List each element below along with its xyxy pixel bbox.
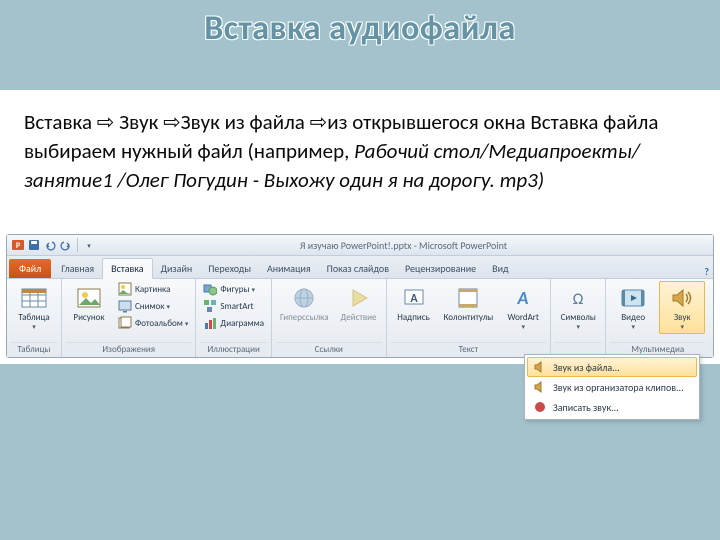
speaker-icon [533, 380, 547, 394]
tab-view[interactable]: Вид [484, 259, 516, 278]
wordart-button[interactable]: A WordArt ▾ [500, 281, 546, 334]
photoalbum-icon [118, 316, 132, 330]
tab-slideshow[interactable]: Показ слайдов [319, 259, 397, 278]
chevron-down-icon: ▾ [32, 322, 36, 331]
title-bar: P ▾ Я изучаю PowerPoint!.pptx - Microsof… [7, 235, 713, 256]
chevron-down-icon: ▾ [631, 322, 635, 331]
clipart-button[interactable]: Картинка [115, 281, 191, 297]
help-icon[interactable]: ? [704, 265, 709, 278]
menu-audio-from-organizer[interactable]: Звук из организатора клипов... [527, 377, 697, 397]
table-button[interactable]: Таблица ▾ [11, 281, 57, 334]
chevron-down-icon: ▾ [521, 322, 525, 331]
qat-dropdown-icon[interactable]: ▾ [82, 238, 96, 252]
symbols-button[interactable]: Ω Символы ▾ [555, 281, 601, 334]
svg-text:A: A [517, 287, 529, 309]
record-icon [533, 400, 547, 414]
smartart-icon [203, 299, 217, 313]
hyperlink-button[interactable]: Гиперссылка [276, 281, 333, 325]
picture-icon [75, 284, 103, 312]
instruction-text: Вставка ⇨ Звук ⇨Звук из файла ⇨из открыв… [0, 90, 720, 234]
audio-button[interactable]: Звук ▾ [659, 281, 705, 334]
photoalbum-button[interactable]: Фотоальбом ▾ [115, 315, 191, 331]
tab-home[interactable]: Главная [53, 259, 102, 278]
svg-text:A: A [410, 292, 418, 306]
picture-button[interactable]: Рисунок [66, 281, 112, 325]
save-icon[interactable] [27, 238, 41, 252]
hyperlink-icon [290, 284, 318, 312]
speaker-icon [668, 284, 696, 312]
audio-dropdown-menu: Звук из файла... Звук из организатора кл… [524, 354, 700, 420]
tab-insert[interactable]: Вставка [102, 258, 152, 279]
svg-text:Ω: Ω [573, 290, 584, 309]
textbox-icon: A [400, 284, 428, 312]
group-images: Рисунок Картинка Снимок ▾ [62, 279, 196, 357]
tab-animations[interactable]: Анимация [259, 259, 319, 278]
undo-icon[interactable] [43, 238, 57, 252]
textbox-button[interactable]: A Надпись [391, 281, 437, 325]
tab-bar: Файл Главная Вставка Дизайн Переходы Ани… [7, 256, 713, 279]
chevron-down-icon: ▾ [576, 322, 580, 331]
app-icon: P [11, 238, 25, 252]
omega-icon: Ω [564, 284, 592, 312]
speaker-icon [533, 360, 547, 374]
shapes-icon [203, 282, 217, 296]
shapes-button[interactable]: Фигуры ▾ [200, 281, 267, 297]
ribbon-groups: Таблица ▾ Таблицы Рисунок [7, 279, 713, 357]
video-button[interactable]: Видео ▾ [610, 281, 656, 334]
wordart-icon: A [509, 284, 537, 312]
slide-title: Вставка аудиофайла [0, 8, 720, 49]
tab-design[interactable]: Дизайн [153, 259, 201, 278]
arrow-icon: ⇨ [97, 111, 115, 134]
screenshot-button[interactable]: Снимок ▾ [115, 298, 191, 314]
action-button[interactable]: Действие [336, 281, 382, 325]
group-media: Видео ▾ Звук ▾ Мультимедиа [606, 279, 709, 357]
chevron-down-icon: ▾ [680, 322, 684, 331]
video-icon [619, 284, 647, 312]
tab-transitions[interactable]: Переходы [200, 259, 259, 278]
powerpoint-ribbon: P ▾ Я изучаю PowerPoint!.pptx - Microsof… [6, 234, 714, 358]
group-illustrations: Фигуры ▾ SmartArt Диаграмма Иллюстрации [196, 279, 272, 357]
smartart-button[interactable]: SmartArt [200, 298, 267, 314]
group-links: Гиперссылка Действие Ссылки [272, 279, 387, 357]
clipart-icon [118, 282, 132, 296]
table-icon [20, 284, 48, 312]
chart-button[interactable]: Диаграмма [200, 315, 267, 331]
redo-icon[interactable] [59, 238, 73, 252]
arrow-icon: ⇨ [163, 111, 181, 134]
action-icon [345, 284, 373, 312]
chart-icon [203, 316, 217, 330]
screenshot-icon [118, 299, 132, 313]
group-symbols: Ω Символы ▾ [551, 279, 606, 357]
menu-audio-from-file[interactable]: Звук из файла... [527, 357, 697, 377]
svg-text:P: P [16, 241, 21, 251]
menu-record-audio[interactable]: Записать звук... [527, 397, 697, 417]
tab-review[interactable]: Рецензирование [397, 259, 484, 278]
group-text: A Надпись Колонтитулы A WordArt ▾ Текст [387, 279, 552, 357]
tab-file[interactable]: Файл [9, 259, 51, 278]
headerfooter-button[interactable]: Колонтитулы [440, 281, 498, 325]
group-tables: Таблица ▾ Таблицы [7, 279, 62, 357]
arrow-icon: ⇨ [310, 111, 328, 134]
headerfooter-icon [454, 284, 482, 312]
window-title: Я изучаю PowerPoint!.pptx - Microsoft Po… [98, 239, 709, 252]
